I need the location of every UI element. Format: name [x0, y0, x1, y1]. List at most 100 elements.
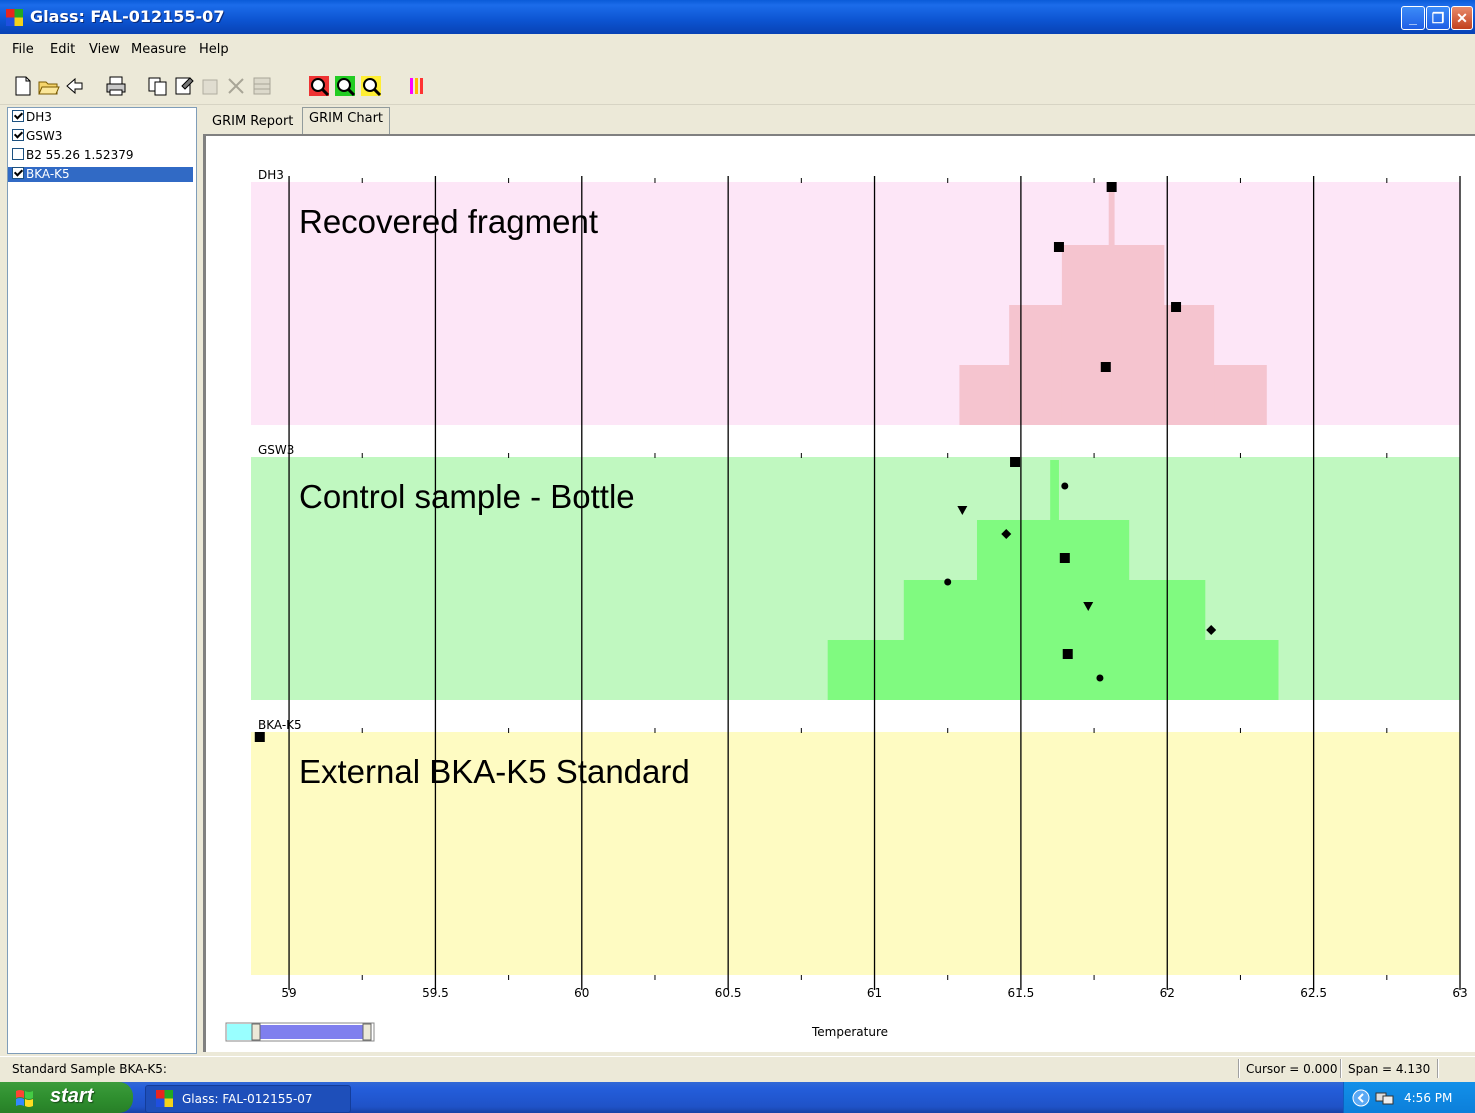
taskbar: start Glass: FAL-012155-07 4:56 PM [0, 1082, 1475, 1113]
taskbar-window-button[interactable]: Glass: FAL-012155-07 [145, 1085, 351, 1113]
status-separator [1238, 1059, 1240, 1078]
color-bars-button[interactable] [404, 73, 430, 99]
delete-button[interactable] [223, 73, 249, 99]
print-button[interactable] [103, 73, 129, 99]
printer-icon [106, 76, 126, 96]
data-point-square [254, 732, 265, 742]
title-bar: Glass: FAL-012155-07 _ ❐ ✕ [0, 0, 1475, 34]
open-button[interactable] [36, 73, 62, 99]
sample-label: B2 55.26 1.52379 [26, 148, 134, 162]
data-point-square [1010, 457, 1021, 467]
grim-chart-area: DH3 Recovered fragment GSW3 Control sample … [203, 134, 1475, 1052]
properties-button[interactable] [171, 73, 197, 99]
x-tick-label: 62.5 [1300, 986, 1327, 1000]
x-tick-label: 60.5 [715, 986, 742, 1000]
menu-file[interactable]: File [12, 42, 34, 57]
scroller-left-area [227, 1024, 252, 1040]
menu-measure[interactable]: Measure [131, 42, 186, 57]
app-icon [6, 9, 23, 26]
cursor-readout: Cursor = 0.000 [1246, 1062, 1338, 1076]
panel-annotation: Control sample - Bottle [299, 478, 635, 515]
close-icon: ✕ [1456, 10, 1468, 26]
new-document-icon [15, 76, 31, 96]
chart-panel-1: GSW3Control sample - Bottle [251, 443, 1460, 700]
sample-label: DH3 [26, 110, 52, 124]
grid-button[interactable] [249, 73, 275, 99]
data-point-square [1106, 182, 1117, 192]
checkbox-checked-icon[interactable] [12, 167, 24, 179]
data-point-square [1100, 362, 1111, 372]
zoom-button[interactable] [358, 73, 384, 99]
restore-button[interactable]: ❐ [1426, 6, 1450, 30]
status-separator [1340, 1059, 1342, 1078]
start-button[interactable]: start [0, 1082, 133, 1113]
data-point-dot [1061, 482, 1069, 490]
menu-bar: File Edit View Measure Help [0, 34, 1475, 67]
toolbar [0, 67, 1475, 105]
color-bars-icon [410, 78, 423, 94]
restore-icon: ❐ [1431, 10, 1445, 26]
histogram-bar [1108, 182, 1115, 425]
status-text: Standard Sample BKA-K5: [12, 1062, 167, 1076]
tab-strip: GRIM Report GRIM Chart [203, 107, 1475, 135]
disabled-icon [202, 79, 218, 95]
checkbox-unchecked-icon[interactable] [12, 148, 24, 160]
scroller-thumb [260, 1025, 363, 1039]
taskbar-window-label: Glass: FAL-012155-07 [182, 1092, 313, 1106]
x-tick-label: 59 [281, 986, 296, 1000]
panel-name: DH3 [258, 168, 284, 182]
copy-button[interactable] [145, 73, 171, 99]
x-tick-label: 62 [1160, 986, 1175, 1000]
list-item[interactable]: GSW3 [12, 129, 62, 144]
x-tick-label: 59.5 [422, 986, 449, 1000]
minimize-button[interactable]: _ [1401, 6, 1425, 30]
menu-edit[interactable]: Edit [50, 42, 75, 57]
list-item-selected[interactable]: BKA-K5 [8, 167, 193, 182]
x-tick-label: 63 [1452, 986, 1467, 1000]
properties-icon [175, 77, 194, 95]
zoom-green-button[interactable] [332, 73, 358, 99]
network-icon[interactable] [1374, 1089, 1396, 1107]
list-item[interactable]: DH3 [12, 110, 52, 125]
system-tray: 4:56 PM [1343, 1082, 1475, 1113]
x-axis-label: Temperature [811, 1025, 888, 1039]
menu-help[interactable]: Help [199, 42, 229, 57]
zoom-icon [361, 76, 382, 97]
arrow-icon [66, 77, 83, 95]
data-point-square [1062, 649, 1073, 659]
tab-grim-chart[interactable]: GRIM Chart [302, 107, 391, 135]
checkbox-checked-icon[interactable] [12, 129, 24, 141]
tray-expand-icon[interactable] [1352, 1089, 1370, 1107]
list-item[interactable]: B2 55.26 1.52379 [12, 148, 133, 163]
grim-chart: DH3 Recovered fragment GSW3Control sample … [225, 168, 1468, 1042]
app-icon [156, 1090, 173, 1107]
open-folder-icon [38, 81, 60, 95]
data-point-dot [944, 578, 952, 586]
panel-annotation: Recovered fragment [299, 203, 598, 240]
reload-button[interactable] [62, 73, 88, 99]
clock: 4:56 PM [1404, 1091, 1453, 1105]
data-point-square [1171, 302, 1182, 312]
tab-grim-report[interactable]: GRIM Report [206, 111, 299, 134]
x-tick-label: 61 [867, 986, 882, 1000]
delete-x-icon [228, 78, 244, 94]
sample-label: GSW3 [26, 129, 63, 143]
span-readout: Span = 4.130 [1348, 1062, 1431, 1076]
window-title: Glass: FAL-012155-07 [30, 7, 225, 26]
checkbox-checked-icon[interactable] [12, 110, 24, 122]
sample-list: DH3 GSW3 B2 55.26 1.52379 BKA-K5 [7, 107, 197, 1054]
panel-name: BKA-K5 [258, 718, 302, 732]
chart-panel-0: DH3 Recovered fragment [251, 168, 1460, 425]
menu-view[interactable]: View [89, 42, 120, 57]
windows-logo-icon [16, 1090, 33, 1107]
x-tick-label: 60 [574, 986, 589, 1000]
zoom-red-button[interactable] [306, 73, 332, 99]
data-point-square [1053, 242, 1064, 252]
sample-label: BKA-K5 [26, 167, 70, 181]
grid-icon [253, 77, 271, 95]
chart-panel-2: BKA-K5 External BKA-K5 Standard [251, 718, 1460, 975]
zoom-scroller[interactable] [225, 1022, 375, 1042]
disabled-tool-button[interactable] [197, 73, 223, 99]
close-button[interactable]: ✕ [1451, 6, 1473, 30]
new-button[interactable] [10, 73, 36, 99]
